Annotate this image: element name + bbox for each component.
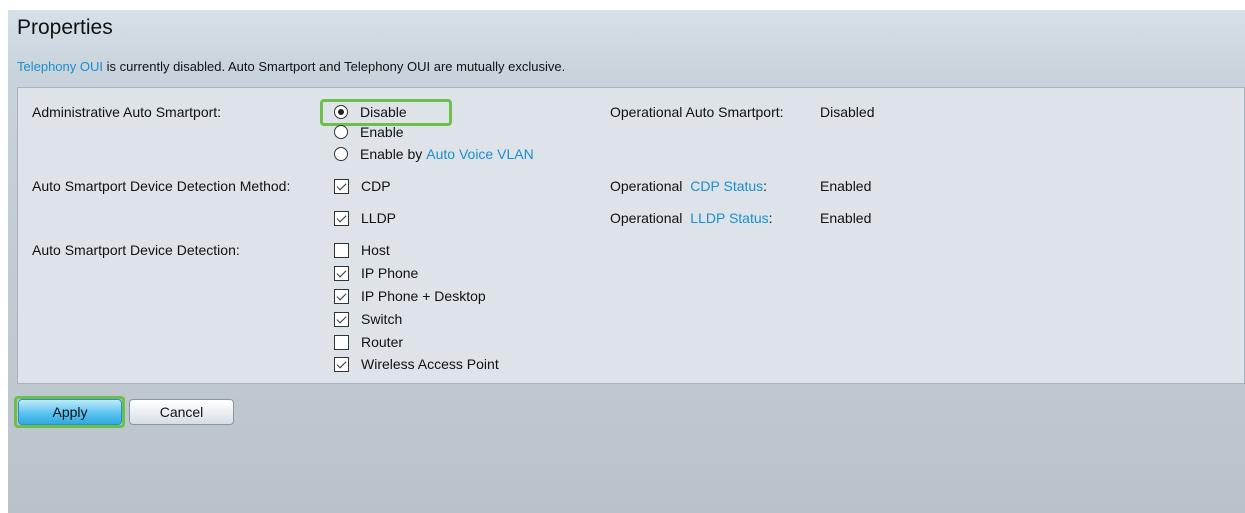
checkbox-host-box[interactable] bbox=[334, 242, 349, 258]
page: Properties Telephony OUI is currently di… bbox=[8, 10, 1245, 513]
apply-button[interactable]: Apply bbox=[18, 399, 122, 425]
checkbox-router[interactable]: Router bbox=[334, 332, 403, 352]
checkbox-router-box[interactable] bbox=[334, 334, 349, 350]
cancel-button[interactable]: Cancel bbox=[129, 399, 234, 425]
checkbox-cdp-label: CDP bbox=[361, 178, 391, 194]
checkbox-ip-phone-box[interactable] bbox=[334, 265, 349, 281]
checkbox-host-label: Host bbox=[361, 242, 390, 258]
checkbox-cdp[interactable]: CDP bbox=[334, 176, 391, 196]
radio-enable[interactable]: Enable bbox=[334, 122, 404, 142]
operational-lldp-prefix: Operational bbox=[610, 210, 687, 226]
operational-auto-smartport-label: Operational Auto Smartport: bbox=[610, 104, 784, 120]
operational-cdp-status-label: Operational CDP Status: bbox=[610, 178, 767, 194]
notice-text: Telephony OUI is currently disabled. Aut… bbox=[17, 59, 565, 74]
checkbox-host[interactable]: Host bbox=[334, 240, 390, 260]
checkbox-lldp-box[interactable] bbox=[334, 210, 349, 226]
radio-enable-label: Enable bbox=[360, 124, 404, 140]
checkbox-ip-phone[interactable]: IP Phone bbox=[334, 263, 418, 283]
notice-message: is currently disabled. Auto Smartport an… bbox=[103, 59, 566, 74]
operational-lldp-status-label: Operational LLDP Status: bbox=[610, 210, 773, 226]
operational-cdp-suffix: : bbox=[763, 178, 768, 194]
radio-enable-button[interactable] bbox=[334, 125, 348, 139]
checkbox-ip-phone-label: IP Phone bbox=[361, 265, 419, 281]
radio-enable-by-label: Enable by bbox=[360, 146, 423, 162]
radio-disable-label: Disable bbox=[360, 104, 407, 120]
telephony-oui-link[interactable]: Telephony OUI bbox=[17, 59, 103, 74]
operational-lldp-suffix: : bbox=[768, 210, 773, 226]
device-detection-label: Auto Smartport Device Detection: bbox=[32, 242, 240, 258]
properties-panel: Administrative Auto Smartport: Disable E… bbox=[17, 87, 1245, 384]
admin-auto-smartport-label: Administrative Auto Smartport: bbox=[32, 104, 222, 120]
auto-voice-vlan-link[interactable]: Auto Voice VLAN bbox=[426, 146, 533, 162]
detection-method-label: Auto Smartport Device Detection Method: bbox=[32, 178, 291, 194]
operational-cdp-prefix: Operational bbox=[610, 178, 687, 194]
checkbox-wireless-access-point-box[interactable] bbox=[334, 356, 349, 372]
checkbox-ip-phone-desktop[interactable]: IP Phone + Desktop bbox=[334, 286, 486, 306]
checkbox-ip-phone-desktop-box[interactable] bbox=[334, 288, 349, 304]
checkbox-switch-box[interactable] bbox=[334, 311, 349, 327]
operational-auto-smartport-value: Disabled bbox=[820, 104, 875, 120]
radio-enable-by-voice-vlan[interactable]: Enable by Auto Voice VLAN bbox=[334, 144, 534, 164]
checkbox-ip-phone-desktop-label: IP Phone + Desktop bbox=[361, 288, 486, 304]
radio-enable-by-voice-vlan-button[interactable] bbox=[334, 147, 348, 161]
checkbox-lldp-label: LLDP bbox=[361, 210, 397, 226]
operational-lldp-status-value: Enabled bbox=[820, 210, 872, 226]
page-title: Properties bbox=[17, 16, 113, 39]
operational-cdp-status-value: Enabled bbox=[820, 178, 872, 194]
radio-disable[interactable]: Disable bbox=[334, 102, 407, 122]
checkbox-lldp[interactable]: LLDP bbox=[334, 208, 396, 228]
checkbox-switch-label: Switch bbox=[361, 311, 403, 327]
checkbox-switch[interactable]: Switch bbox=[334, 309, 402, 329]
checkbox-router-label: Router bbox=[361, 334, 404, 350]
checkbox-cdp-box[interactable] bbox=[334, 178, 349, 194]
checkbox-wireless-access-point-label: Wireless Access Point bbox=[361, 356, 499, 372]
lldp-status-link[interactable]: LLDP Status bbox=[690, 210, 768, 226]
radio-disable-button[interactable] bbox=[334, 105, 348, 119]
cdp-status-link[interactable]: CDP Status bbox=[690, 178, 763, 194]
checkbox-wireless-access-point[interactable]: Wireless Access Point bbox=[334, 354, 499, 374]
